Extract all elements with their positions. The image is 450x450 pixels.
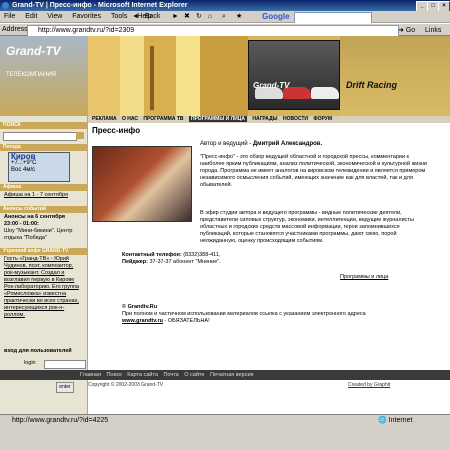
google-logo: Google [262, 12, 290, 21]
top-navigation: РЕКЛАМА О НАС ПРОГРАММА ТВ ПРОГРАММЫ И Л… [88, 116, 450, 123]
nav-advertising[interactable]: РЕКЛАМА [92, 116, 117, 122]
ie-icon [2, 2, 9, 9]
login-input[interactable] [44, 360, 86, 369]
bottom-nav-print[interactable]: Печатная версия [210, 372, 254, 378]
nav-tv-program[interactable]: ПРОГРАММА ТВ [143, 116, 183, 122]
address-label: Address [2, 26, 28, 33]
contact-info: Контактный телефон: (8332)388-411, Пейдж… [122, 252, 221, 265]
address-bar: Address http://www.grandtv.ru/?id=2309 ➜… [0, 23, 450, 37]
events-heading: Анонсы событий [0, 206, 88, 213]
search-go-button[interactable] [76, 132, 84, 139]
program-guests-description: В эфир студии автора и ведущего программ… [200, 210, 414, 244]
site-subtitle: ТЕЛЕКОМПАНИЯ [6, 72, 56, 78]
search-icon[interactable]: ⌕ [222, 11, 226, 22]
favorites-icon[interactable]: ★ [236, 11, 242, 22]
forward-button[interactable]: ► [172, 11, 179, 22]
events-title: Анонсы на 6 сентября [4, 214, 65, 220]
nav-news[interactable]: НОВОСТИ [283, 116, 308, 122]
overlay-logo: Grand-TV [253, 81, 290, 90]
stop-icon[interactable]: ✖ [184, 11, 190, 22]
nav-about[interactable]: О НАС [122, 116, 138, 122]
refresh-icon[interactable]: ↻ [196, 11, 202, 22]
weather-city: Киров [11, 152, 36, 161]
weather-heading: Погода [0, 144, 88, 151]
bottom-nav-home[interactable]: Главная [80, 372, 101, 378]
window-title-bar: Grand-TV | Пресс-инфо - Microsoft Intern… [0, 0, 450, 12]
bottom-nav-sitemap[interactable]: Карта сайта [127, 372, 158, 378]
bottom-nav-search[interactable]: Поиск [106, 372, 121, 378]
security-zone: 🌐 Internet [378, 417, 413, 424]
drift-racing-logo: Drift Racing [346, 80, 398, 90]
guest-text[interactable]: Гость «Гранд-ТВ» - Юрий Чудинов, поэт, к… [4, 256, 84, 319]
header-city-image [88, 36, 248, 116]
bottom-navigation: Главная Поиск Карта сайта Почта О сайте … [0, 370, 450, 380]
back-button[interactable]: ◄ Back [132, 11, 164, 22]
page-title: Пресс-инфо [92, 126, 141, 135]
window-title: Grand-TV | Пресс-инфо - Microsoft Intern… [12, 2, 188, 9]
poster-link[interactable]: Афиша на 1 - 7 сентября [4, 192, 84, 199]
poster-heading: Афиша [0, 184, 88, 191]
nav-forum[interactable]: ФОРУМ [313, 116, 332, 122]
menu-edit[interactable]: Edit [25, 13, 37, 20]
events-time: 23:00 - 01:00: [4, 221, 39, 227]
site-logo[interactable]: Grand-TV [6, 44, 61, 58]
nav-programs-faces[interactable]: ПРОГРАММЫ И ЛИЦА [188, 116, 247, 122]
menu-bar: File Edit View Favorites Tools Help ◄ Ba… [0, 11, 450, 24]
home-icon[interactable]: ⌂ [208, 11, 212, 22]
search-heading: ПОИСК [0, 122, 88, 129]
weather-wind: Вос 4м/с [11, 167, 36, 173]
events-text: Шоу "Мини-бикини". Центр отдыха "Победа" [4, 228, 73, 241]
footer-copyright: Copyright © 2002-2003 Grand-TV [88, 382, 164, 388]
presenter-photo [92, 146, 192, 222]
weather-temp: +7...+9°С [11, 160, 37, 166]
menu-view[interactable]: View [47, 13, 62, 20]
menu-tools[interactable]: Tools [111, 13, 127, 20]
nav-awards[interactable]: НАГРАДЫ [252, 116, 277, 122]
copyright-notice: © Grandtv.Ru При полном и частичном испо… [122, 304, 366, 324]
status-text: http://www.grandtv.ru/?id=4225 [12, 417, 109, 424]
main-content: Пресс-инфо Автор и ведущий - Дмитрий Але… [92, 126, 442, 408]
page-viewport: Grand-TV ТЕЛЕКОМПАНИЯ Grand-TV Drift Rac… [0, 36, 450, 414]
header-right-image [340, 36, 450, 116]
guest-heading: Утренний кофе GRAND-TV [0, 248, 88, 255]
author-line: Автор и ведущий - Дмитрий Александров. [200, 141, 323, 147]
status-bar: http://www.grandtv.ru/?id=4225 🌐 Interne… [0, 414, 450, 426]
menu-file[interactable]: File [4, 13, 15, 20]
site-link[interactable]: www.grandtv.ru [122, 318, 163, 324]
enter-button[interactable]: enter [56, 382, 74, 393]
menu-favorites[interactable]: Favorites [72, 13, 101, 20]
drift-cars-photo: Grand-TV [248, 40, 340, 110]
program-description: "Пресс-инфо" - это обзор ведущей областн… [200, 154, 427, 188]
tv-tower-image [150, 46, 154, 110]
created-by-link[interactable]: Created by Graphit [348, 382, 390, 388]
login-heading: вход для пользователей [4, 348, 72, 354]
bottom-nav-about[interactable]: О сайте [184, 372, 204, 378]
car-shape [311, 87, 339, 99]
weather-widget: Киров +7...+9°С Вос 4м/с [8, 152, 70, 182]
programs-link[interactable]: Программы и лица [340, 274, 388, 280]
bottom-nav-mail[interactable]: Почта [163, 372, 178, 378]
site-header: Grand-TV ТЕЛЕКОМПАНИЯ Grand-TV Drift Rac… [0, 36, 450, 116]
site-search-input[interactable] [3, 132, 77, 141]
